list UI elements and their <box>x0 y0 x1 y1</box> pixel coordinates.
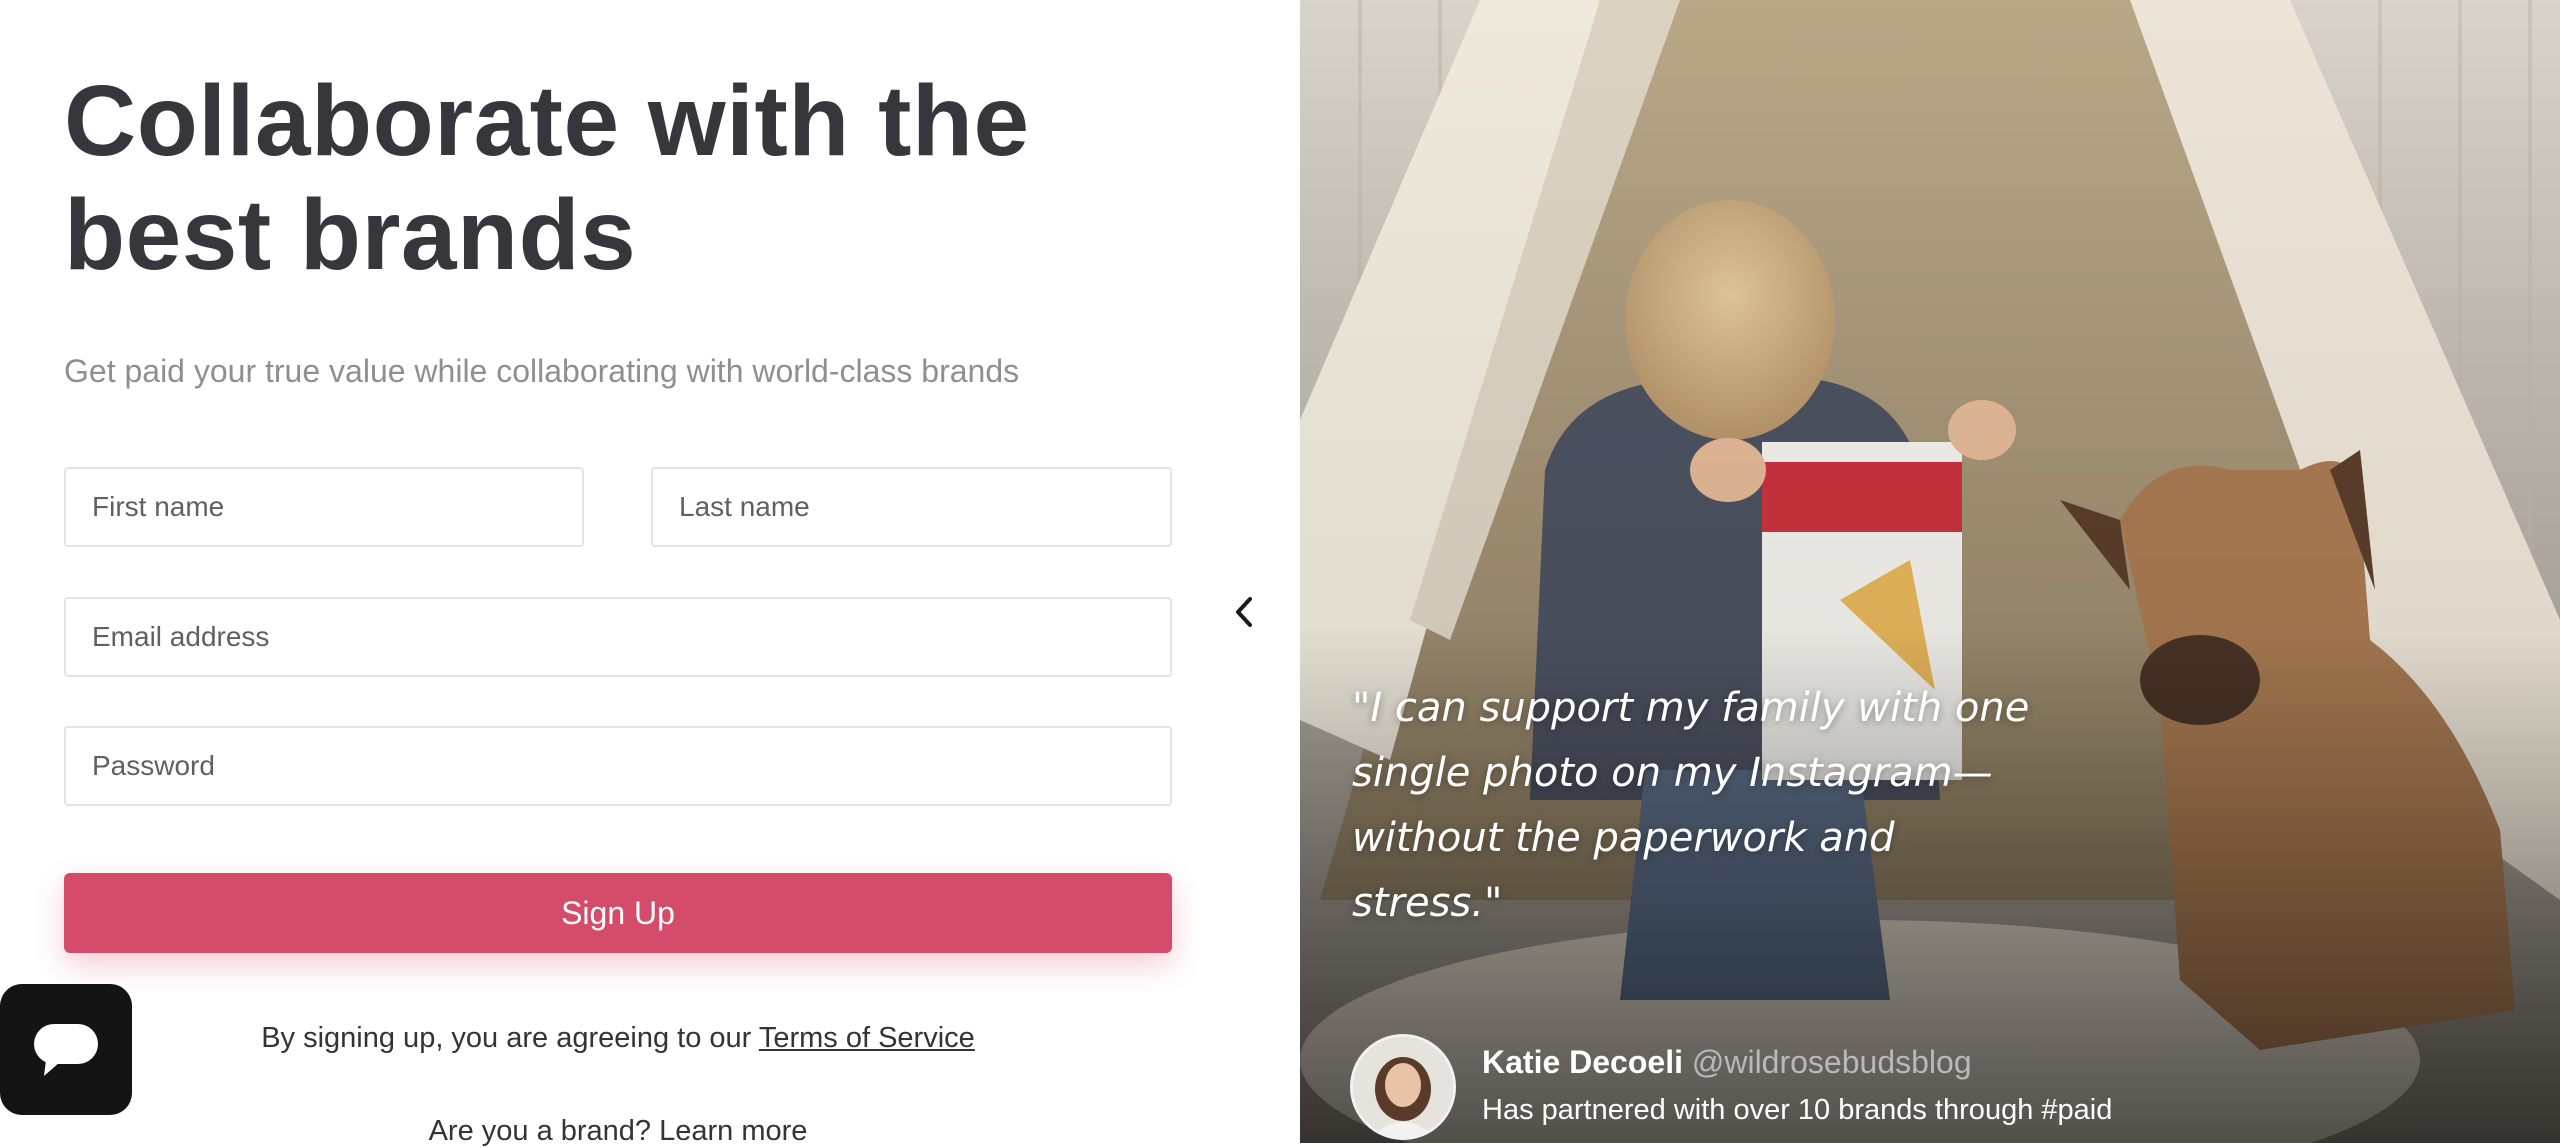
chat-widget-button[interactable] <box>0 984 132 1115</box>
author-avatar <box>1350 1034 1456 1140</box>
testimonial-photo <box>1300 0 2560 1143</box>
author-name: Katie Decoeli <box>1482 1044 1683 1080</box>
sign-up-button[interactable]: Sign Up <box>64 873 1172 953</box>
signup-panel: Collaborate with the best brands Get pai… <box>0 0 1300 1147</box>
email-field[interactable] <box>64 597 1172 677</box>
chevron-left-icon <box>1236 597 1252 627</box>
first-name-field[interactable] <box>64 467 584 547</box>
password-field[interactable] <box>64 726 1172 806</box>
terms-notice: By signing up, you are agreeing to our T… <box>0 1022 1236 1055</box>
terms-of-service-link[interactable]: Terms of Service <box>759 1022 975 1054</box>
testimonial-quote: "I can support my family with one single… <box>1352 685 2030 926</box>
page-title-line-2: best brands <box>64 179 637 291</box>
testimonial-panel: "I can support my family with one single… <box>1300 0 2560 1143</box>
chat-bubble-icon <box>34 1023 98 1076</box>
author-avatar-image <box>1353 1037 1453 1137</box>
page-title: Collaborate with the best brands <box>64 64 1030 292</box>
author-description: Has partnered with over 10 brands throug… <box>1482 1094 2113 1126</box>
page-title-line-1: Collaborate with the <box>64 65 1030 177</box>
brand-learn-more-link[interactable]: Are you a brand? Learn more <box>0 1115 1236 1148</box>
author-handle: @wildrosebudsblog <box>1691 1044 1972 1080</box>
author-name-line: Katie Decoeli @wildrosebudsblog <box>1482 1044 1972 1081</box>
last-name-field[interactable] <box>651 467 1172 547</box>
carousel-prev-button[interactable] <box>1222 590 1266 634</box>
page-subtitle: Get paid your true value while collabora… <box>64 353 1020 389</box>
terms-prefix: By signing up, you are agreeing to our <box>261 1022 759 1054</box>
